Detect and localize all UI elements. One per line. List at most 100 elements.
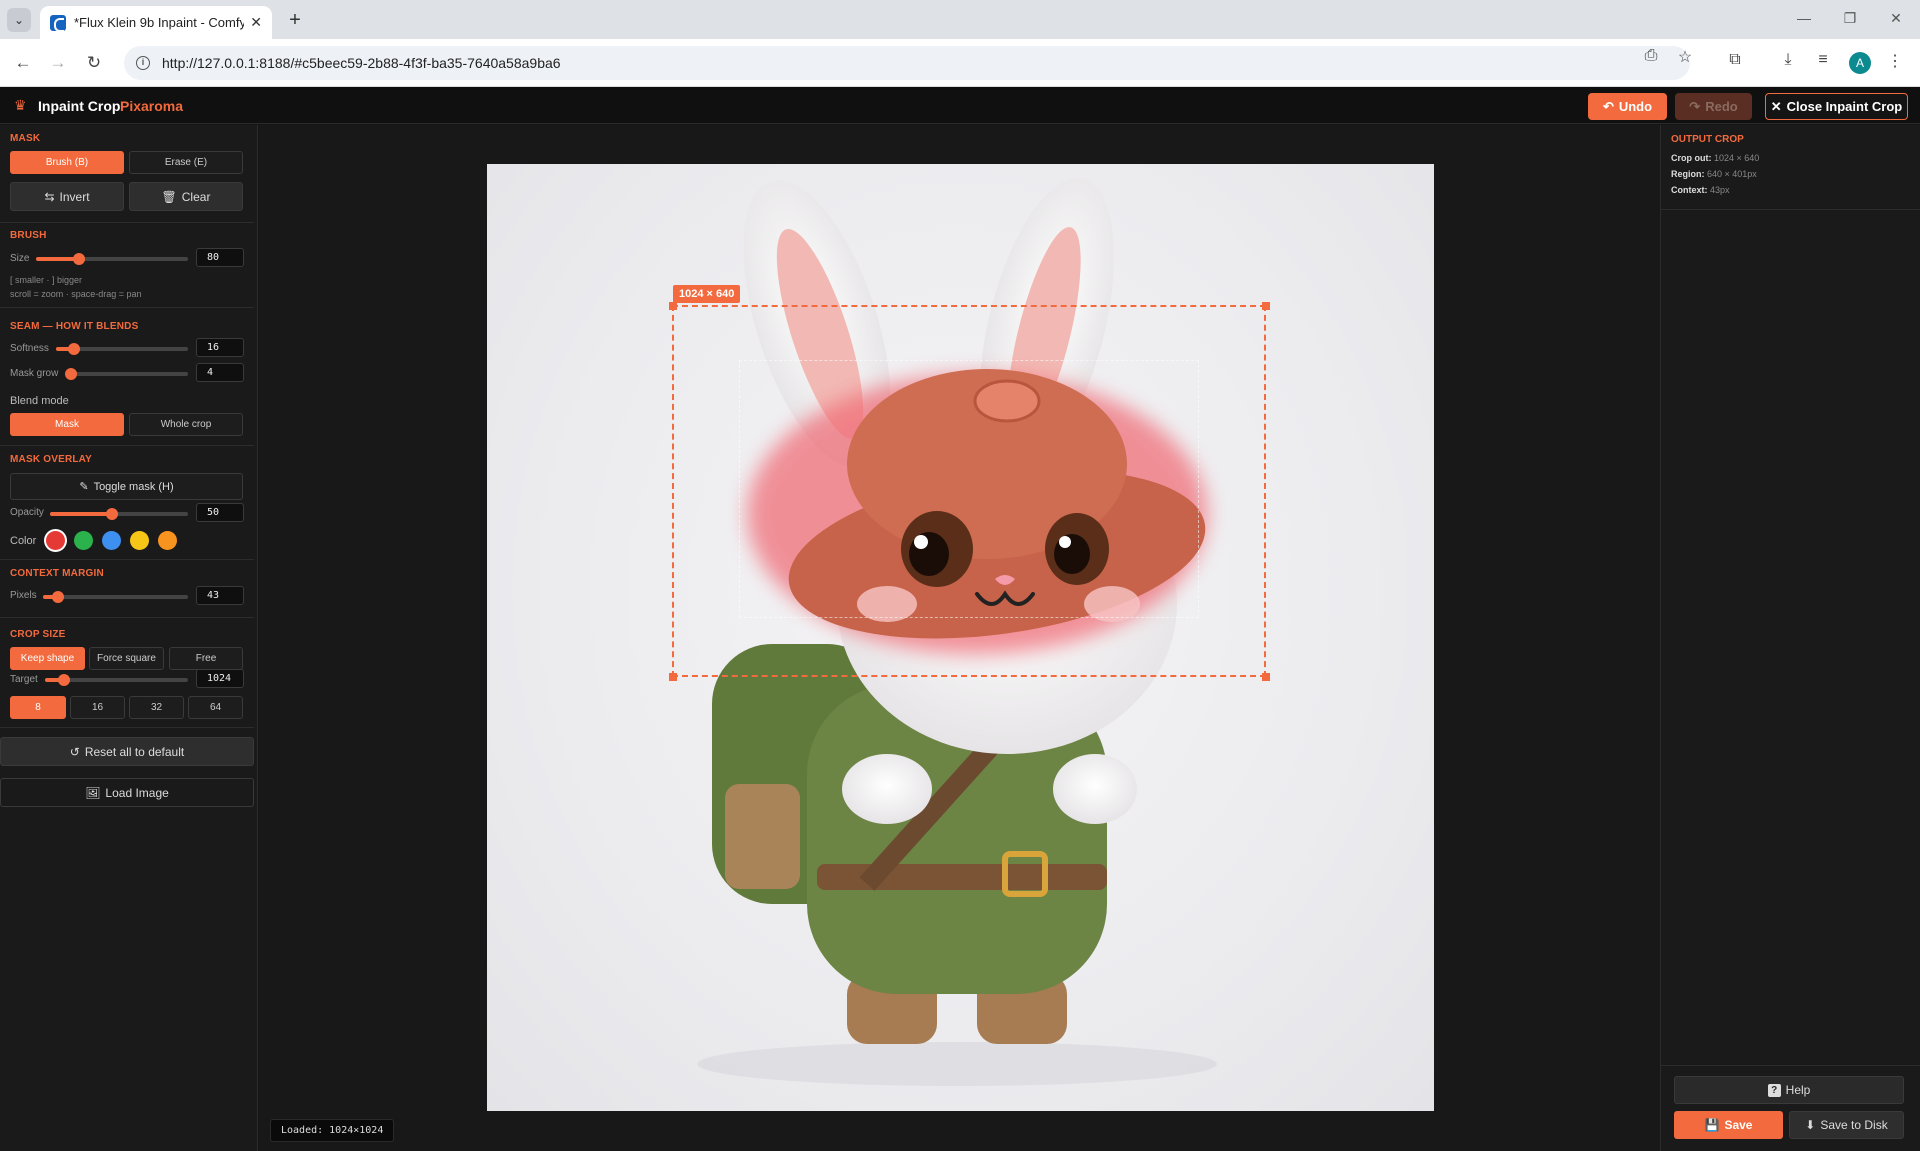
reset-icon: ↺: [69, 744, 80, 759]
forward-arrow-icon[interactable]: →: [46, 51, 70, 75]
color-label: Color: [10, 535, 37, 547]
back-arrow-icon[interactable]: ←: [11, 51, 35, 75]
bookmark-star-icon[interactable]: ☆: [1675, 47, 1695, 67]
slider-handle[interactable]: [57, 674, 70, 686]
close-inpaint-crop-button[interactable]: ✕ Close Inpaint Crop: [1765, 93, 1908, 120]
download-icon[interactable]: ⤓: [1777, 51, 1799, 69]
opacity-slider[interactable]: [50, 508, 188, 520]
help-label: Help: [1785, 1083, 1811, 1097]
toggle-mask-label: Toggle mask (H): [93, 480, 174, 493]
media-queue-icon[interactable]: ≡: [1812, 51, 1834, 69]
color-swatch-orange[interactable]: [158, 531, 177, 550]
snap-8-button[interactable]: 8: [10, 696, 66, 719]
context-line: Context: 43px: [1671, 185, 1730, 195]
mask-grow-label: Mask grow: [10, 368, 59, 379]
tab-close-icon[interactable]: ✕: [250, 14, 262, 31]
minimize-icon[interactable]: —: [1794, 10, 1814, 26]
page-title: Inpaint Crop: [38, 98, 121, 114]
context-pixels-input[interactable]: 43: [196, 586, 244, 605]
softness-label: Softness: [10, 343, 49, 354]
crop-handle-tl[interactable]: [669, 302, 677, 310]
mask-grow-input[interactable]: 4: [196, 363, 244, 382]
blend-whole-crop-button[interactable]: Whole crop: [129, 413, 243, 436]
restore-icon[interactable]: ❐: [1840, 10, 1860, 27]
divider: [0, 445, 254, 446]
keep-shape-button[interactable]: Keep shape: [10, 647, 85, 670]
color-swatch-yellow[interactable]: [130, 531, 149, 550]
invert-label: Invert: [59, 189, 90, 204]
clear-button[interactable]: 🗑 Clear: [129, 182, 243, 211]
toggle-mask-button[interactable]: ✎ Toggle mask (H): [10, 473, 243, 500]
size-slider[interactable]: [36, 253, 188, 265]
color-swatch-green[interactable]: [74, 531, 93, 550]
snap-32-button[interactable]: 32: [129, 696, 184, 719]
opacity-input[interactable]: 50: [196, 503, 244, 522]
reload-icon[interactable]: ↻: [82, 51, 106, 75]
tab-search-button[interactable]: ⌄: [7, 8, 31, 32]
mask-grow-slider[interactable]: [64, 368, 188, 380]
mask-overlay-section-title: MASK OVERLAY: [10, 454, 93, 465]
crop-handle-tr[interactable]: [1262, 302, 1270, 310]
color-swatch-blue[interactable]: [102, 531, 121, 550]
divider: [0, 222, 254, 223]
context-pixels-slider[interactable]: [43, 591, 188, 603]
size-input[interactable]: 80: [196, 248, 244, 267]
color-swatch-red[interactable]: [46, 531, 65, 550]
save-to-disk-button[interactable]: ⬇ Save to Disk: [1789, 1111, 1904, 1139]
invert-button[interactable]: ⇆ Invert: [10, 182, 124, 211]
save-button[interactable]: 💾 Save: [1674, 1111, 1783, 1139]
divider: [1661, 209, 1920, 210]
load-image-button[interactable]: 🖼 Load Image: [0, 778, 254, 807]
browser-menu-icon[interactable]: ⋮: [1884, 51, 1906, 71]
redo-label: Redo: [1705, 99, 1738, 114]
force-square-button[interactable]: Force square: [89, 647, 164, 670]
profile-avatar[interactable]: A: [1849, 52, 1871, 74]
browser-tab[interactable]: *Flux Klein 9b Inpaint - ComfyUI ✕: [40, 6, 272, 39]
site-info-icon[interactable]: i: [136, 56, 150, 70]
save-icon: 💾: [1704, 1118, 1720, 1132]
undo-button[interactable]: ↶ Undo: [1588, 93, 1667, 120]
target-input[interactable]: 1024: [196, 669, 244, 688]
region-value: 640 × 401px: [1707, 169, 1757, 179]
crop-out-value: 1024 × 640: [1714, 153, 1760, 163]
crop-handle-bl[interactable]: [669, 673, 677, 681]
erase-button[interactable]: Erase (E): [129, 151, 243, 174]
pixaroma-logo-icon: ♛: [14, 97, 27, 113]
output-crop-title: OUTPUT CROP: [1671, 134, 1744, 145]
help-button[interactable]: ? Help: [1674, 1076, 1904, 1104]
slider-handle[interactable]: [68, 343, 81, 355]
softness-input[interactable]: 16: [196, 338, 244, 357]
extensions-icon[interactable]: ⧉: [1724, 51, 1746, 69]
target-slider[interactable]: [45, 674, 188, 686]
blend-mode-label: Blend mode: [10, 395, 69, 407]
address-bar[interactable]: i http://127.0.0.1:8188/#c5beec59-2b88-4…: [124, 46, 1690, 80]
blend-mask-button[interactable]: Mask: [10, 413, 124, 436]
browser-tab-strip: ⌄ *Flux Klein 9b Inpaint - ComfyUI ✕ + —…: [0, 0, 1920, 39]
window-close-icon[interactable]: ✕: [1886, 10, 1906, 27]
redo-button[interactable]: ↷ Redo: [1675, 93, 1752, 120]
reset-defaults-button[interactable]: ↺ Reset all to default: [0, 737, 254, 766]
divider: [1661, 1065, 1920, 1066]
region-key: Region:: [1671, 169, 1705, 179]
softness-slider[interactable]: [56, 343, 188, 355]
brush-hint-mouse: scroll = zoom · space-drag = pan: [10, 289, 142, 299]
crop-size-section-title: CROP SIZE: [10, 629, 66, 640]
slider-handle[interactable]: [64, 368, 77, 380]
new-tab-button[interactable]: +: [283, 9, 307, 32]
brush-button[interactable]: Brush (B): [10, 151, 124, 174]
slider-handle[interactable]: [106, 508, 119, 520]
url-text[interactable]: http://127.0.0.1:8188/#c5beec59-2b88-4f3…: [162, 55, 561, 71]
redo-icon: ↷: [1689, 98, 1701, 114]
slider-handle[interactable]: [51, 591, 64, 603]
crop-size-badge: 1024 × 640: [673, 285, 741, 303]
region-line: Region: 640 × 401px: [1671, 169, 1757, 179]
slider-handle[interactable]: [72, 253, 85, 265]
source-image[interactable]: 1024 × 640: [487, 164, 1434, 1111]
swap-arrows-icon: ⇆: [44, 189, 55, 204]
install-app-icon[interactable]: ⎙: [1641, 47, 1661, 65]
crop-handle-br[interactable]: [1262, 673, 1270, 681]
image-icon: 🖼: [85, 785, 101, 800]
snap-16-button[interactable]: 16: [70, 696, 125, 719]
snap-64-button[interactable]: 64: [188, 696, 243, 719]
free-button[interactable]: Free: [169, 647, 243, 670]
